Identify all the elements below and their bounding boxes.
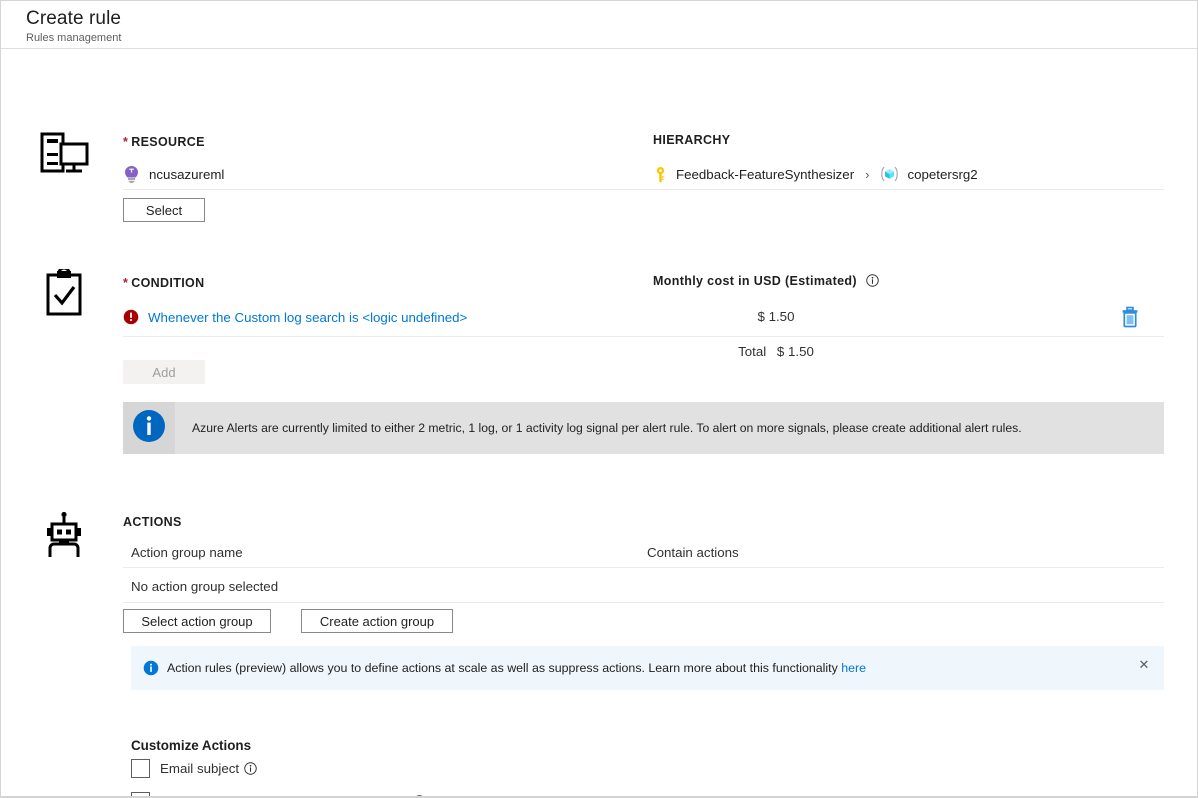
- info-icon: [132, 409, 166, 448]
- email-subject-checkbox[interactable]: [131, 759, 150, 778]
- email-subject-label: Email subject: [160, 761, 239, 776]
- create-action-group-button[interactable]: Create action group: [301, 609, 453, 633]
- condition-row-divider: [123, 336, 1164, 337]
- condition-label-text: CONDITION: [131, 276, 204, 290]
- create-rule-page: Create rule Rules management *RESOURCE H…: [0, 0, 1198, 798]
- condition-total-value: $ 1.50: [777, 344, 814, 359]
- resource-group-icon: [880, 165, 899, 183]
- subscription-name: Feedback-FeatureSynthesizer: [676, 167, 854, 182]
- alert-limit-banner: Azure Alerts are currently limited to ei…: [123, 402, 1164, 454]
- custom-json-payload-label: Include custom Json payload for webhook: [160, 794, 408, 798]
- resource-name: ncusazureml: [149, 167, 224, 182]
- condition-total-label: Total: [738, 344, 766, 359]
- action-rules-preview-banner: Action rules (preview) allows you to def…: [131, 646, 1164, 690]
- close-icon[interactable]: ✕: [1136, 657, 1152, 673]
- actions-section-icon: [39, 511, 89, 561]
- column-contain-actions: Contain actions: [647, 545, 739, 560]
- condition-required-star: *: [123, 276, 128, 290]
- condition-label: *CONDITION: [123, 274, 205, 292]
- resource-label-text: RESOURCE: [131, 135, 205, 149]
- log-analytics-workspace-icon: [123, 165, 140, 184]
- condition-section-icon: [39, 269, 89, 319]
- actions-empty-row: No action group selected: [131, 579, 278, 594]
- resource-group-name: copetersrg2: [907, 167, 977, 182]
- condition-description[interactable]: Whenever the Custom log search is <logic…: [148, 310, 467, 325]
- actions-table-header: Action group name Contain actions: [131, 545, 1163, 560]
- condition-total: Total $ 1.50: [653, 344, 899, 359]
- learn-more-here-link[interactable]: here: [841, 661, 866, 675]
- actions-label-text: ACTIONS: [123, 515, 182, 529]
- resource-section-icon: [39, 129, 89, 179]
- monthly-cost-header: Monthly cost in USD (Estimated): [653, 274, 879, 288]
- info-icon-box: [123, 402, 175, 454]
- info-icon: [143, 660, 159, 676]
- column-action-group-name: Action group name: [131, 545, 243, 560]
- custom-json-payload-checkbox[interactable]: [131, 792, 150, 798]
- hierarchy-label: HIERARCHY: [653, 133, 730, 147]
- action-rules-banner-text: Action rules (preview) allows you to def…: [167, 661, 841, 675]
- delete-condition-button[interactable]: [1120, 306, 1140, 333]
- email-subject-row[interactable]: Email subject: [131, 759, 257, 778]
- condition-cost: $ 1.50: [653, 304, 899, 330]
- monthly-cost-header-text: Monthly cost in USD (Estimated): [653, 274, 857, 288]
- resource-row: ncusazureml Feedback-FeatureSynthesizer …: [123, 161, 1163, 189]
- page-title: Create rule: [26, 8, 1197, 29]
- select-action-group-button[interactable]: Select action group: [123, 609, 271, 633]
- actions-label: ACTIONS: [123, 513, 182, 531]
- hierarchy-cell: Feedback-FeatureSynthesizer › copetersrg…: [653, 161, 978, 187]
- select-resource-button[interactable]: Select: [123, 198, 205, 222]
- resource-row-divider: [123, 189, 1164, 190]
- error-icon: [123, 309, 139, 325]
- actions-row-divider: [123, 602, 1164, 603]
- monthly-cost-info-icon[interactable]: [866, 274, 879, 287]
- customize-actions-title: Customize Actions: [131, 738, 251, 753]
- page-header: Create rule Rules management: [1, 1, 1197, 49]
- actions-header-divider: [123, 567, 1164, 568]
- resource-required-star: *: [123, 135, 128, 149]
- resource-label: *RESOURCE: [123, 133, 205, 151]
- subscription-key-icon: [653, 166, 668, 183]
- condition-row-text[interactable]: Whenever the Custom log search is <logic…: [123, 304, 467, 330]
- chevron-right-icon: ›: [865, 167, 869, 182]
- page-subtitle: Rules management: [26, 31, 1197, 45]
- email-subject-info-icon[interactable]: [244, 762, 257, 775]
- resource-name-cell: ncusazureml: [123, 161, 224, 187]
- custom-json-payload-row[interactable]: Include custom Json payload for webhook: [131, 792, 426, 798]
- alert-limit-banner-text: Azure Alerts are currently limited to ei…: [175, 420, 1022, 436]
- add-condition-button[interactable]: Add: [123, 360, 205, 384]
